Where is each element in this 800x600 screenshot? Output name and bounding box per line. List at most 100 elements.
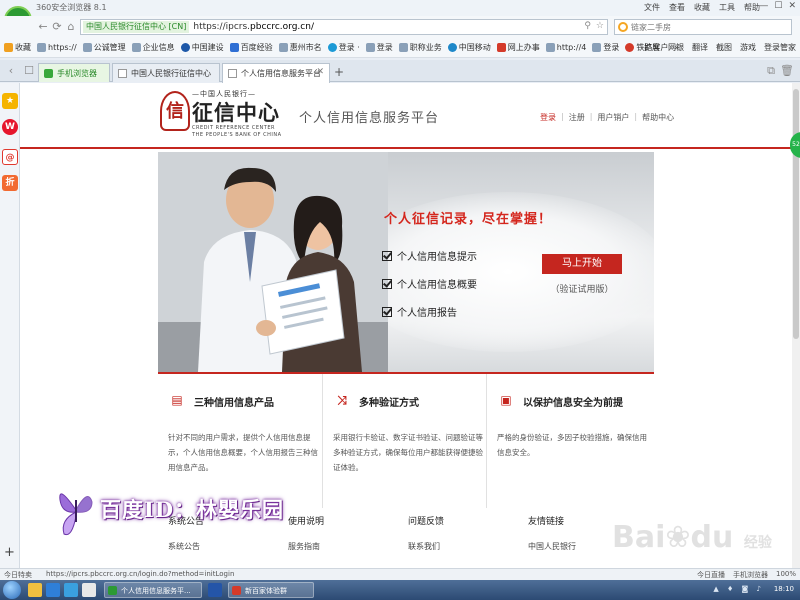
baidu-id-watermark: 百度ID：林嬰乐园 (28, 480, 358, 540)
favorite-star-icon[interactable]: ☆ (596, 21, 604, 31)
mail-icon[interactable]: @ (2, 149, 18, 165)
org-name[interactable]: 征信中心 (192, 97, 280, 127)
search-input[interactable] (631, 22, 771, 32)
bookmark-item[interactable]: 登录 (365, 42, 393, 53)
bookmark-item[interactable]: 中国移动 (447, 42, 491, 53)
bookmark-item[interactable]: 网上办事 (496, 42, 540, 53)
login-link[interactable]: 登录 (540, 112, 556, 123)
tool-extensions[interactable]: 扩展 (644, 42, 660, 53)
chat-task-icon (232, 586, 241, 595)
feature-security: ▣ 以保护信息安全为前提 严格的身份验证，多因子校验措施，确保信用 信息安全。 (486, 374, 654, 508)
menu-view[interactable]: 查看 (669, 2, 685, 13)
bookmark-item[interactable]: 百度经验 (229, 42, 273, 53)
feature-description: 严格的身份验证，多因子校验措施，确保信用 信息安全。 (497, 433, 647, 457)
tool-screenshot[interactable]: 截图 (716, 42, 732, 53)
hero-title: 个人征信记录，尽在掌握！ (384, 212, 553, 227)
search-engine-icon (618, 22, 628, 32)
bookmark-item[interactable]: 登录 (592, 42, 619, 53)
discount-icon[interactable]: 折 (2, 175, 18, 191)
minimize-icon[interactable]: — (759, 1, 768, 11)
live-link[interactable]: 今日直播 (697, 570, 725, 580)
new-tab-button[interactable]: + (334, 65, 344, 79)
tab-scroll-left-icon[interactable]: ‹ (4, 64, 18, 78)
footer-link[interactable]: 联系我们 (408, 541, 444, 552)
org-bank-en: THE PEOPLE'S BANK OF CHINA (192, 132, 282, 138)
tab-bar: ‹ ☐ 手机浏览器 中国人民银行征信中心 个人信用信息服务平台 ✕ + ⧉ 🗑 (0, 60, 800, 83)
share-icon[interactable]: ⚲ (584, 21, 591, 31)
start-button-icon[interactable] (3, 581, 21, 599)
menu-file[interactable]: 文件 (644, 2, 660, 13)
user-account-link[interactable]: 用户销户 (597, 112, 629, 123)
tool-games[interactable]: 游戏 (740, 42, 756, 53)
site-header: 信 —中国人民银行— 征信中心 CREDIT REFERENCE CENTER … (20, 83, 792, 149)
page-icon (131, 43, 141, 52)
close-icon[interactable]: ✕ (788, 1, 796, 11)
tab-mobile-browser[interactable]: 手机浏览器 (38, 63, 110, 82)
hero-feature-item: 个人信用报告 (382, 304, 457, 319)
trash-icon[interactable]: 🗑 (780, 64, 794, 78)
sidebar-add-icon[interactable]: + (4, 545, 15, 560)
tab-credit-service-platform[interactable]: 个人信用信息服务平台 ✕ (222, 63, 330, 83)
menu-tools[interactable]: 工具 (719, 2, 735, 13)
page-icon (365, 43, 375, 52)
start-now-button[interactable]: 马上开始 (542, 254, 622, 274)
refresh-icon[interactable]: ⟳ (50, 20, 64, 34)
sidebar: ★ W @ 折 + (0, 83, 20, 568)
restore-tab-icon[interactable]: ⧉ (764, 64, 778, 78)
baidu-icon (229, 43, 239, 52)
tab-pbc-credit-center[interactable]: 中国人民银行征信中心 (112, 63, 220, 82)
bookmark-item[interactable]: 公诚管理 (82, 42, 126, 53)
qq-icon[interactable] (64, 583, 78, 597)
org-name-en: CREDIT REFERENCE CENTER (192, 125, 275, 131)
bookmark-item[interactable]: https:// (37, 43, 77, 52)
page-icon (278, 43, 288, 52)
explorer-icon[interactable] (28, 583, 42, 597)
bookmark-item[interactable]: http://4 (545, 43, 586, 52)
ie-icon[interactable] (46, 583, 60, 597)
system-tray[interactable]: ▲ ♦ ◙ ♪ (713, 585, 764, 593)
home-icon[interactable]: ⌂ (64, 20, 78, 34)
platform-name: 个人信用信息服务平台 (299, 111, 440, 126)
tool-translate[interactable]: 翻译 (692, 42, 708, 53)
footer-link[interactable]: 服务指南 (288, 541, 324, 552)
separator: | (561, 112, 564, 121)
help-center-link[interactable]: 帮助中心 (642, 112, 674, 123)
tab-list-icon[interactable]: ☐ (22, 64, 36, 78)
weibo-icon[interactable]: W (2, 119, 18, 135)
footer-link[interactable]: 系统公告 (168, 541, 204, 552)
bookmark-item[interactable]: 中国建设 (180, 42, 224, 53)
bookmark-item[interactable]: 登录 · (327, 42, 360, 53)
register-link[interactable]: 注册 (569, 112, 585, 123)
feature-description: 针对不同的用户需求，提供个人信用信息提 示，个人信用信息概要，个人信用报告三种信… (168, 433, 318, 472)
bookmark-item[interactable]: 职称业务 (398, 42, 442, 53)
tool-login-manager[interactable]: 登录管家 (764, 42, 796, 53)
bookmark-item[interactable]: 惠州市名 (278, 42, 322, 53)
taskbar-task-chat[interactable]: 新百家体验群 (228, 582, 314, 598)
zoom-level[interactable]: 100% (776, 570, 796, 580)
url-input[interactable]: 中国人民银行征信中心 [CN] https://ipcrs.pbccrc.org… (80, 19, 608, 35)
menu-help[interactable]: 帮助 (744, 2, 760, 13)
photoshop-icon[interactable] (208, 583, 222, 597)
bookmark-item[interactable]: 企业信息 (131, 42, 175, 53)
top-links: 登录 | 注册 | 用户销户 | 帮助中心 (540, 112, 674, 123)
footer-link[interactable]: 中国人民银行 (528, 541, 576, 552)
menu-favorites[interactable]: 收藏 (694, 2, 710, 13)
scrollbar-thumb[interactable] (793, 89, 799, 339)
title-bar: 360安全浏览器 8.1 文件 查看 收藏 工具 帮助 — ☐ ✕ (0, 0, 800, 16)
secure-badge: 中国人民银行征信中心 [CN] (83, 21, 190, 33)
tool-ebank[interactable]: 网银 (668, 42, 684, 53)
status-url: https://ipcrs.pbccrc.org.cn/login.do?met… (46, 570, 235, 578)
page-icon (118, 69, 127, 78)
daily-deals-link[interactable]: 今日特卖 (4, 570, 32, 580)
taskbar-task-browser[interactable]: 个人信用信息服务平... (104, 582, 202, 598)
gov-icon (496, 43, 506, 52)
maximize-icon[interactable]: ☐ (774, 1, 782, 11)
favorites-star-icon[interactable]: ★ (2, 93, 18, 109)
bookmark-item[interactable]: 收藏 (4, 42, 31, 53)
footer-column-feedback: 问题反馈 联系我们 (408, 517, 445, 552)
mobile-browser-link[interactable]: 手机浏览器 (733, 570, 768, 580)
back-icon[interactable]: ← (36, 20, 50, 34)
tab-close-icon[interactable]: ✕ (316, 67, 324, 77)
search-box[interactable] (614, 19, 792, 35)
media-icon[interactable] (82, 583, 96, 597)
